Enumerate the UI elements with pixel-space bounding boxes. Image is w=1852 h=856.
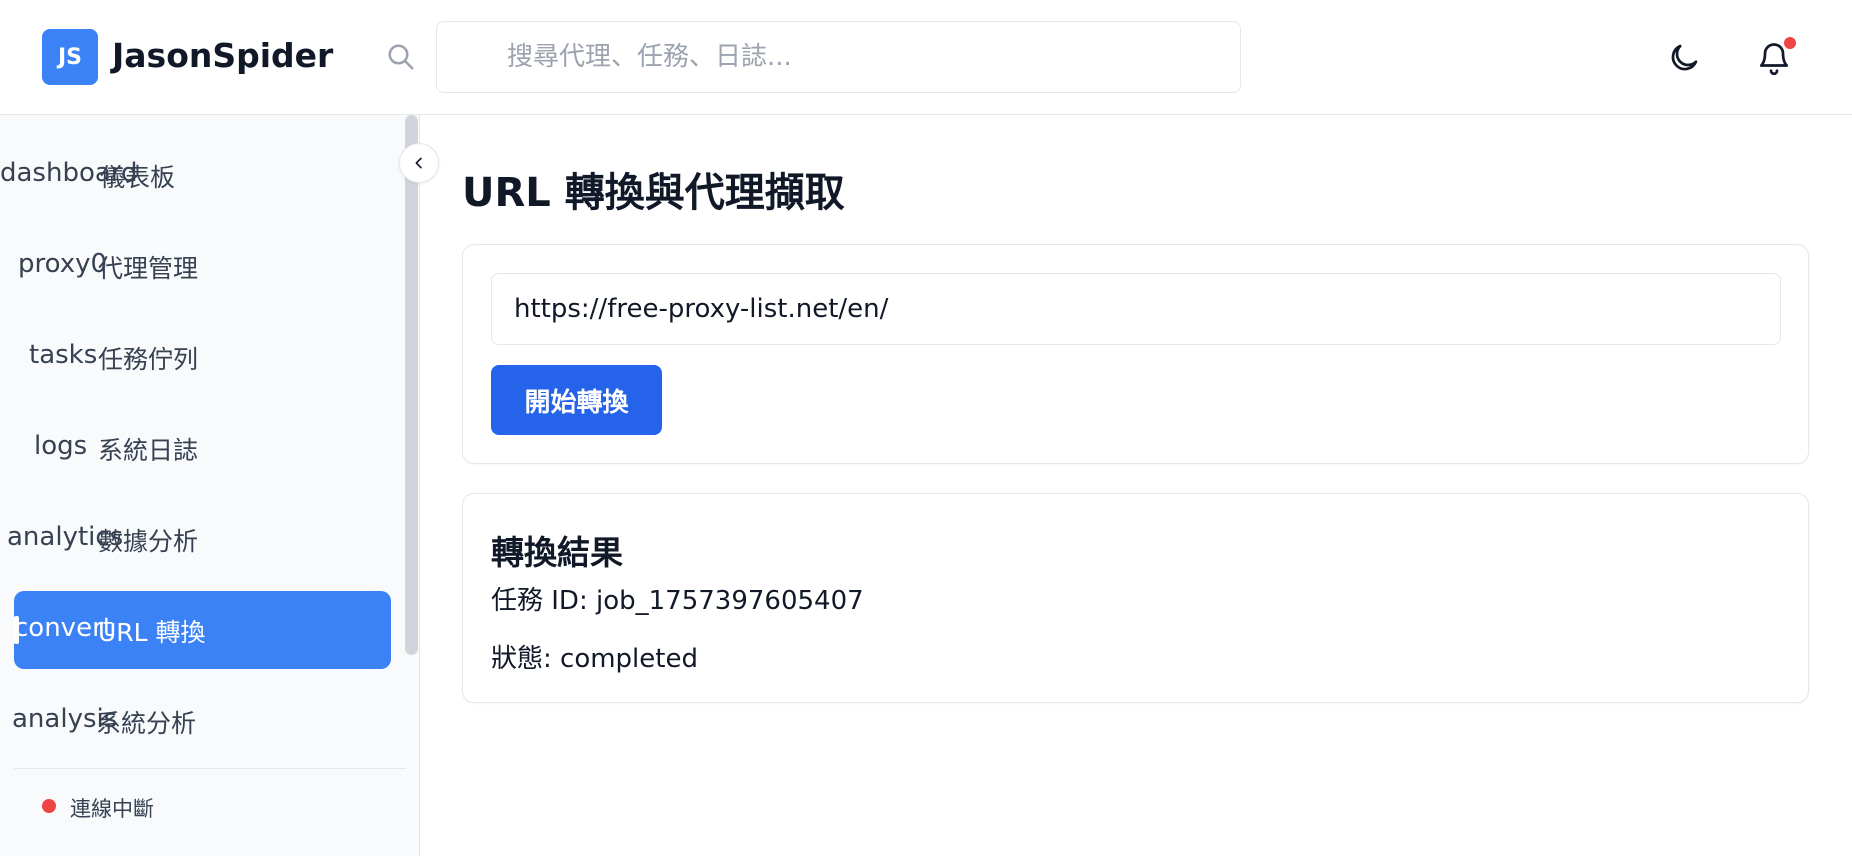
sidebar: dashboard 儀表板 proxy0 代理管理 tasks 任務佇列 log…	[0, 115, 420, 856]
sidebar-item-label: 代理管理	[98, 254, 199, 283]
notification-badge	[1783, 36, 1797, 50]
moon-icon	[1671, 44, 1698, 71]
url-input[interactable]	[491, 273, 1781, 345]
sidebar-item-code: proxy0	[18, 249, 108, 279]
start-convert-button[interactable]: 開始轉換	[491, 365, 662, 435]
sidebar-item-label: 任務佇列	[98, 345, 199, 374]
sidebar-item-label: 系統日誌	[98, 436, 199, 465]
page-title: URL 轉換與代理擷取	[462, 170, 845, 216]
connection-status-dot	[42, 799, 56, 813]
sidebar-item-analytics[interactable]: analytics 數據分析	[7, 500, 391, 578]
sidebar-collapse-button[interactable]	[399, 143, 439, 183]
sidebar-item-code: logs	[34, 431, 88, 461]
convert-form-card: 開始轉換	[462, 244, 1809, 464]
sidebar-scrollbar[interactable]	[405, 115, 418, 655]
app-logo: JS	[42, 29, 98, 85]
sidebar-item-label: 系統分析	[96, 709, 197, 738]
sidebar-item-analysis[interactable]: analysis 系統分析	[12, 682, 391, 760]
sidebar-item-label: 數據分析	[98, 527, 199, 556]
app-name: JasonSpider	[112, 36, 334, 75]
search-input[interactable]	[436, 21, 1241, 93]
logo-text: JS	[57, 44, 83, 70]
theme-toggle-button[interactable]	[1666, 40, 1702, 76]
sidebar-item-tasks[interactable]: tasks 任務佇列	[14, 318, 391, 396]
chevron-left-icon	[415, 157, 422, 169]
sidebar-item-label: 儀表板	[100, 163, 176, 192]
result-card: 轉換結果 任務 ID: job_1757397605407 狀態: comple…	[462, 493, 1809, 703]
search-icon	[388, 44, 414, 70]
sidebar-item-proxy[interactable]: proxy0 代理管理	[14, 227, 391, 305]
status-text: 狀態: completed	[491, 644, 698, 674]
sidebar-divider	[14, 768, 406, 769]
sidebar-item-dashboard[interactable]: dashboard 儀表板	[0, 136, 391, 214]
sidebar-item-label: URL 轉換	[98, 618, 206, 647]
sidebar-item-code: tasks	[29, 340, 98, 370]
sidebar-item-convert[interactable]: convert URL 轉換	[14, 591, 391, 669]
task-id-text: 任務 ID: job_1757397605407	[491, 586, 864, 616]
top-header: JS JasonSpider	[0, 0, 1852, 115]
result-title: 轉換結果	[491, 533, 623, 572]
connection-status-text: 連線中斷	[70, 797, 154, 821]
sidebar-item-logs[interactable]: logs 系統日誌	[14, 409, 391, 487]
